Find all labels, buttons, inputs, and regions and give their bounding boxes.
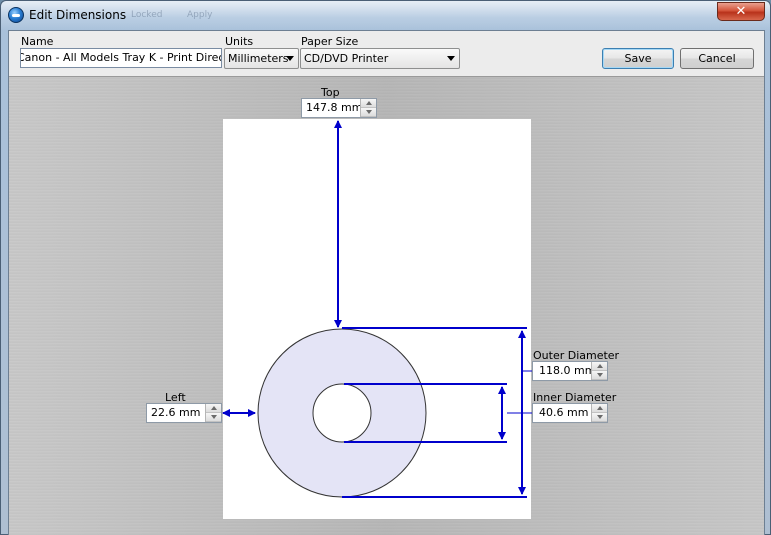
spin-up-icon[interactable] <box>592 404 607 413</box>
spin-up-icon[interactable] <box>592 362 607 371</box>
inner-diameter-spinner[interactable] <box>591 404 607 422</box>
top-value-stepper[interactable]: 147.8 mm <box>301 98 377 118</box>
outer-diameter-spinner[interactable] <box>591 362 607 380</box>
dimension-drawing <box>222 120 532 498</box>
title-ghost-text: Apply <box>187 10 213 20</box>
inner-diameter-value: 40.6 mm <box>539 406 589 419</box>
spin-up-icon[interactable] <box>361 99 376 108</box>
window-title: Edit Dimensions <box>29 8 127 22</box>
left-spinner[interactable] <box>205 404 221 422</box>
app-orb-icon <box>8 7 24 23</box>
left-value-stepper[interactable]: 22.6 mm <box>146 403 222 423</box>
spin-up-icon[interactable] <box>206 404 221 413</box>
disc-hole <box>312 383 372 443</box>
title-bar[interactable]: Edit Dimensions Locked Apply ✕ <box>1 1 770 29</box>
close-icon: ✕ <box>735 4 747 19</box>
outer-diameter-stepper[interactable]: 118.0 mm <box>532 361 608 381</box>
top-spinner[interactable] <box>360 99 376 117</box>
spin-down-icon[interactable] <box>592 413 607 422</box>
spin-down-icon[interactable] <box>206 413 221 422</box>
spin-down-icon[interactable] <box>361 108 376 117</box>
dialog-client-area: Name Canon - All Models Tray K - Print D… <box>8 30 765 535</box>
inner-diameter-stepper[interactable]: 40.6 mm <box>532 403 608 423</box>
edit-dimensions-window: Edit Dimensions Locked Apply ✕ Name Cano… <box>0 0 771 535</box>
title-ghost-text: Locked <box>131 10 163 20</box>
left-value: 22.6 mm <box>151 406 201 419</box>
close-button[interactable]: ✕ <box>717 2 765 21</box>
spin-down-icon[interactable] <box>592 371 607 380</box>
outer-diameter-value: 118.0 mm <box>539 364 596 377</box>
top-value: 147.8 mm <box>306 101 363 114</box>
